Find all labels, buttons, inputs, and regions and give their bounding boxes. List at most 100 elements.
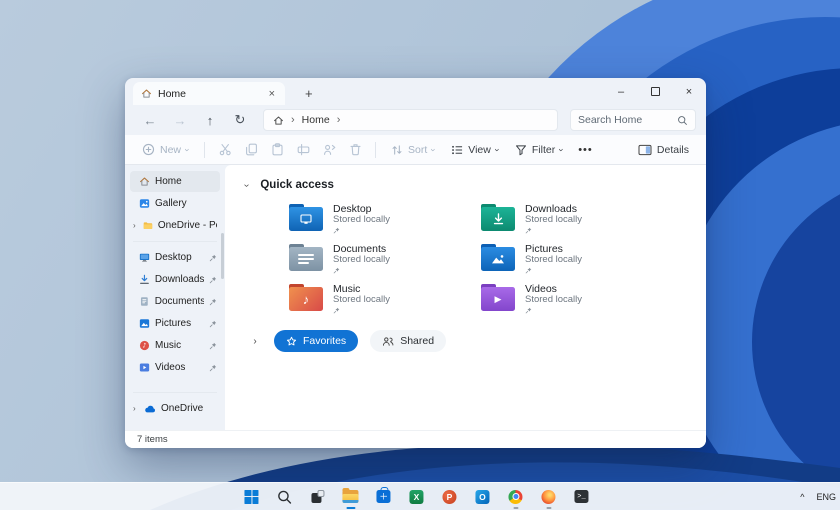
sidebar-item-onedrive-personal[interactable]: › OneDrive - Pers [130, 215, 220, 236]
taskbar-terminal[interactable]: >_ [569, 484, 593, 510]
powerpoint-icon: P [442, 489, 457, 504]
sidebar-item-downloads[interactable]: Downloads [130, 269, 220, 290]
tile-videos[interactable]: ▶ Videos Stored locally [481, 283, 673, 314]
delete-button[interactable] [343, 138, 367, 162]
maximize-button[interactable] [638, 78, 672, 105]
taskbar-store[interactable] [371, 484, 395, 510]
back-button[interactable]: ← [137, 108, 163, 132]
tile-status: Stored locally [333, 294, 391, 306]
chevron-down-icon: › [182, 148, 193, 151]
sidebar-item-label: Documents [154, 296, 204, 307]
pin-icon [333, 307, 390, 314]
refresh-button[interactable]: ↻ [227, 108, 253, 132]
pin-icon [525, 267, 582, 274]
breadcrumb-item-home[interactable]: Home [302, 114, 330, 126]
people-icon [383, 336, 394, 346]
search-box[interactable] [570, 109, 696, 131]
onedrive-cloud-icon [145, 405, 156, 412]
sidebar-item-label: Downloads [154, 274, 204, 285]
cut-button[interactable] [213, 138, 237, 162]
share-button[interactable] [317, 138, 341, 162]
sidebar-item-documents[interactable]: Documents [130, 291, 220, 312]
taskbar: X P O >_ ^ ENG [0, 482, 840, 510]
svg-text:♪: ♪ [142, 343, 146, 350]
minimize-button[interactable]: – [604, 78, 638, 105]
taskbar-file-explorer[interactable] [338, 484, 362, 510]
cut-icon [219, 144, 231, 156]
breadcrumb-chevron-icon[interactable]: › [337, 114, 341, 126]
new-button[interactable]: New › [135, 138, 196, 162]
tile-pictures[interactable]: Pictures Stored locally [481, 243, 673, 274]
tile-documents[interactable]: Documents Stored locally [289, 243, 481, 274]
start-button[interactable] [239, 484, 263, 510]
sidebar-item-videos[interactable]: Videos [130, 357, 220, 378]
tray-expand-icon[interactable]: ^ [800, 492, 804, 502]
sidebar-item-label: Desktop [155, 252, 192, 263]
onedrive-folder-icon [143, 222, 153, 230]
task-view-button[interactable] [305, 484, 329, 510]
quick-access-grid: Desktop Stored locally Downloads Stored … [289, 203, 706, 314]
new-tab-button[interactable]: + [299, 82, 319, 105]
view-button[interactable]: View › [444, 138, 506, 162]
shared-button[interactable]: Shared [370, 330, 447, 352]
sort-icon [392, 144, 402, 155]
tile-downloads[interactable]: Downloads Stored locally [481, 203, 673, 234]
collapse-chevron-icon[interactable]: › [241, 183, 252, 186]
close-button[interactable]: × [672, 78, 706, 105]
sidebar-item-music[interactable]: ♪ Music [130, 335, 220, 356]
taskbar-excel[interactable]: X [404, 484, 428, 510]
sidebar-item-gallery[interactable]: Gallery [130, 193, 220, 214]
up-button[interactable]: ↑ [197, 108, 223, 132]
tile-status: Stored locally [525, 214, 583, 226]
sidebar-scrollbar[interactable] [221, 233, 224, 279]
toolbar-divider [375, 141, 377, 158]
sidebar-item-onedrive[interactable]: › OneDrive [130, 398, 220, 419]
taskbar-powerpoint[interactable]: P [437, 484, 461, 510]
favorites-button[interactable]: Favorites [274, 330, 359, 352]
sidebar-item-pictures[interactable]: Pictures [130, 313, 220, 334]
tab-close-icon[interactable]: × [267, 88, 277, 100]
taskbar-firefox[interactable] [536, 484, 560, 510]
tile-desktop[interactable]: Desktop Stored locally [289, 203, 481, 234]
breadcrumb[interactable]: › Home › [263, 109, 558, 131]
expand-chevron-icon[interactable]: › [248, 336, 262, 347]
gallery-icon [139, 199, 150, 208]
forward-button[interactable]: → [167, 108, 193, 132]
expand-chevron-icon[interactable]: › [133, 221, 138, 230]
tab-home[interactable]: Home × [133, 82, 285, 105]
tile-status: Stored locally [333, 214, 391, 226]
breadcrumb-home-icon [274, 116, 283, 125]
shared-label: Shared [400, 335, 435, 347]
pin-icon [209, 254, 217, 262]
taskbar-chrome[interactable] [503, 484, 527, 510]
documents-icon [140, 297, 148, 306]
windows-logo-icon [244, 489, 259, 504]
tile-music[interactable]: ♪ Music Stored locally [289, 283, 481, 314]
details-pane-icon [638, 144, 652, 155]
downloads-icon [140, 274, 149, 284]
share-icon [323, 144, 335, 155]
pin-icon [525, 227, 582, 234]
filter-button[interactable]: Filter › [508, 138, 570, 162]
taskbar-search-button[interactable] [272, 484, 296, 510]
copy-button[interactable] [239, 138, 263, 162]
sidebar-item-label: Gallery [155, 198, 187, 209]
expand-chevron-icon[interactable]: › [133, 404, 139, 413]
sort-button[interactable]: Sort › [384, 138, 442, 162]
sidebar-item-desktop[interactable]: Desktop [130, 247, 220, 268]
rename-button[interactable] [291, 138, 315, 162]
more-options-button[interactable]: ••• [572, 144, 599, 156]
desktop-icon [139, 253, 150, 262]
pin-icon [209, 298, 217, 306]
sidebar-item-home[interactable]: Home [130, 171, 220, 192]
tile-status: Stored locally [525, 294, 583, 306]
taskbar-outlook[interactable]: O [470, 484, 494, 510]
file-explorer-window: Home × + – × ← → ↑ ↻ › Home › Search Hom… [125, 78, 706, 448]
paste-button[interactable] [265, 138, 289, 162]
quick-access-header[interactable]: › Quick access [241, 179, 706, 191]
sidebar-item-label: Videos [155, 362, 186, 373]
search-input[interactable] [578, 114, 677, 126]
language-indicator[interactable]: ENG [816, 492, 836, 502]
pin-icon [333, 227, 390, 234]
details-button[interactable]: Details [631, 138, 696, 162]
